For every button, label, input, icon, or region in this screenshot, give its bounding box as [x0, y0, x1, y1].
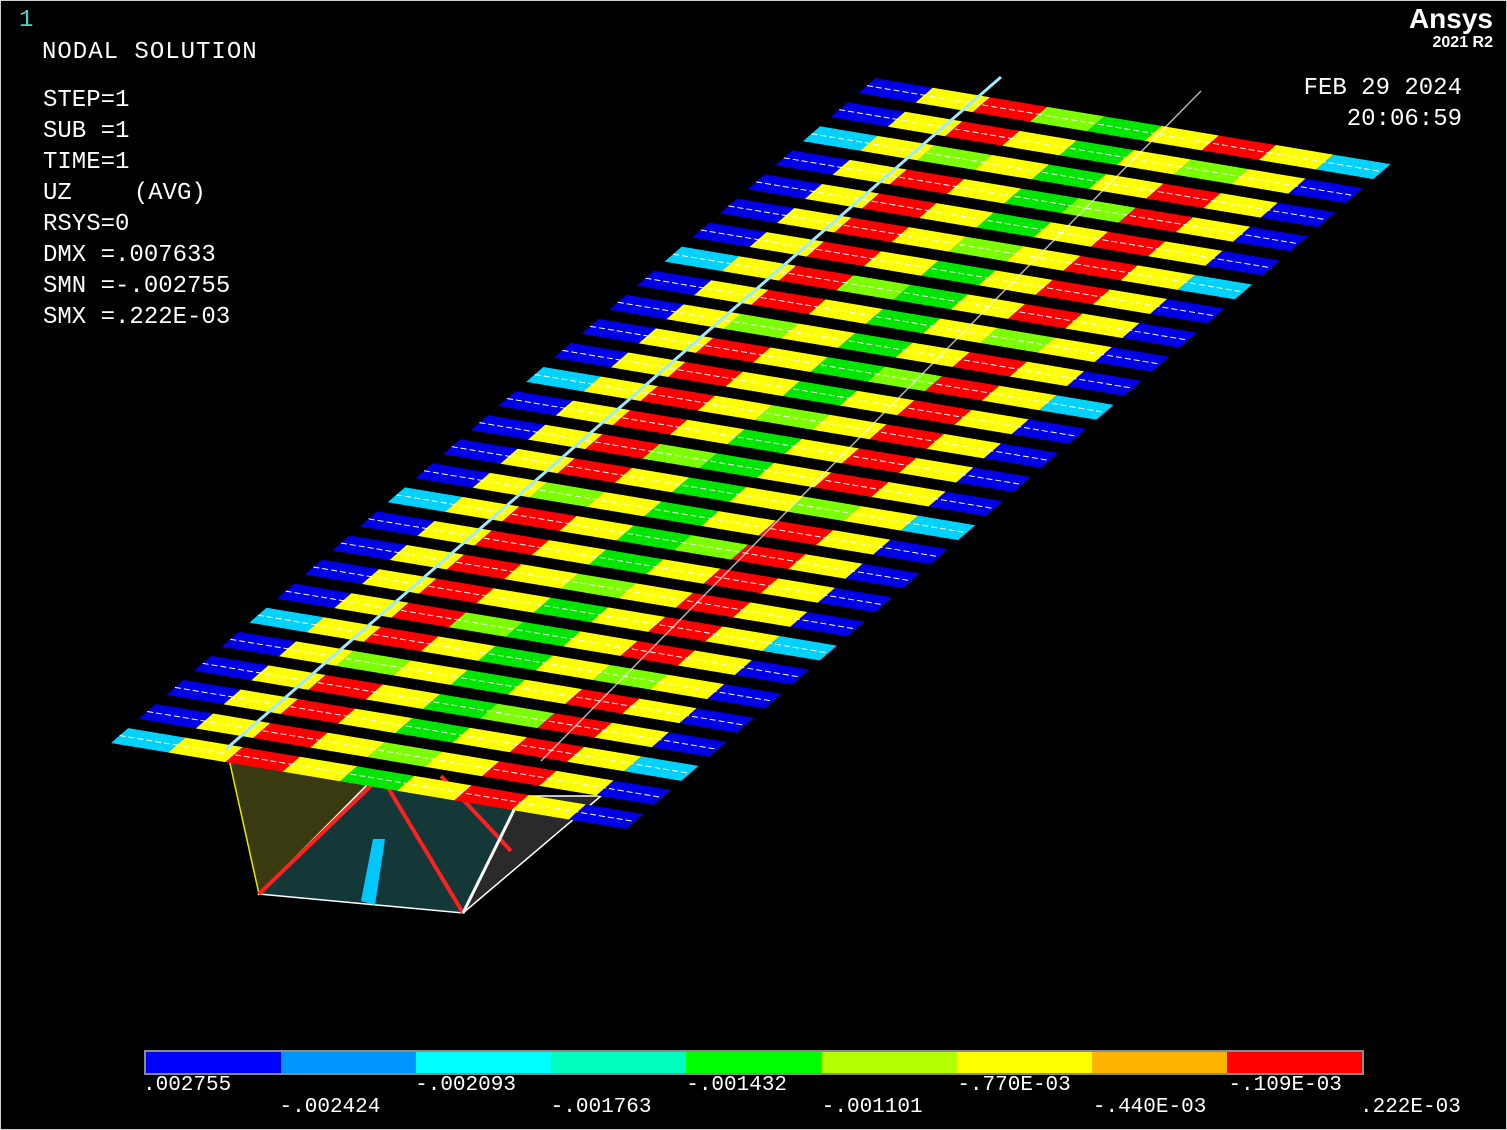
- solution-title: NODAL SOLUTION: [42, 39, 258, 66]
- window-number: 1: [19, 7, 34, 34]
- contour-legend-bar: [144, 1050, 1364, 1075]
- step-label: STEP=1: [43, 87, 130, 114]
- graphics-window[interactable]: 1 NODAL SOLUTION STEP=1 SUB =1 TIME=1 UZ…: [0, 0, 1507, 1130]
- legend-tick-label: -.001101: [821, 1096, 923, 1119]
- smn-label: SMN =-.002755: [43, 273, 231, 300]
- averaging-label: (AVG): [133, 180, 206, 207]
- ansys-logo: Ansys 2021 R2: [1409, 4, 1493, 52]
- timestamp-date: FEB 29 2024: [1303, 75, 1462, 102]
- legend-tick-label: -.770E-03: [957, 1074, 1071, 1097]
- brand-name: Ansys: [1408, 3, 1493, 34]
- legend-tick-label: -.440E-03: [1092, 1096, 1207, 1119]
- legend-swatch-7: [956, 1052, 1092, 1073]
- legend-swatch-3: [416, 1052, 552, 1073]
- legend-tick-label: -.002424: [279, 1096, 381, 1119]
- legend-tick-label: -.001763: [550, 1096, 652, 1119]
- legend-swatch-5: [686, 1052, 822, 1073]
- legend-tick-label: .002755: [143, 1074, 232, 1097]
- quantity-label: UZ: [43, 180, 72, 207]
- legend-swatch-1: [146, 1052, 282, 1073]
- smx-label: SMX =.222E-03: [43, 304, 231, 331]
- legend-swatch-6: [821, 1052, 957, 1073]
- time-label: TIME=1: [43, 149, 130, 176]
- brand-version: 2021 R2: [1432, 34, 1494, 51]
- rsys-label: RSYS=0: [43, 211, 130, 238]
- dmx-label: DMX =.007633: [43, 242, 216, 269]
- legend-swatch-8: [1091, 1052, 1227, 1073]
- legend-tick-label: -.109E-03: [1228, 1074, 1342, 1097]
- timestamp-time: 20:06:59: [1346, 106, 1462, 133]
- timestamp: FEB 29 2024 20:06:59: [1304, 73, 1462, 135]
- substep-label: SUB =1: [43, 118, 130, 145]
- bridge-deck: [111, 78, 1391, 829]
- legend-swatch-2: [281, 1052, 417, 1073]
- legend-tick-label: -.002093: [415, 1074, 516, 1097]
- legend-swatch-4: [551, 1052, 687, 1073]
- legend-swatch-9: [1226, 1052, 1362, 1073]
- legend-tick-label: -.001432: [686, 1074, 788, 1097]
- legend-tick-label: .222E-03: [1360, 1096, 1461, 1119]
- solution-info: STEP=1 SUB =1 TIME=1 UZ (AVG) RSYS=0 DMX…: [43, 85, 230, 333]
- quantity-row: UZ (AVG): [43, 178, 230, 209]
